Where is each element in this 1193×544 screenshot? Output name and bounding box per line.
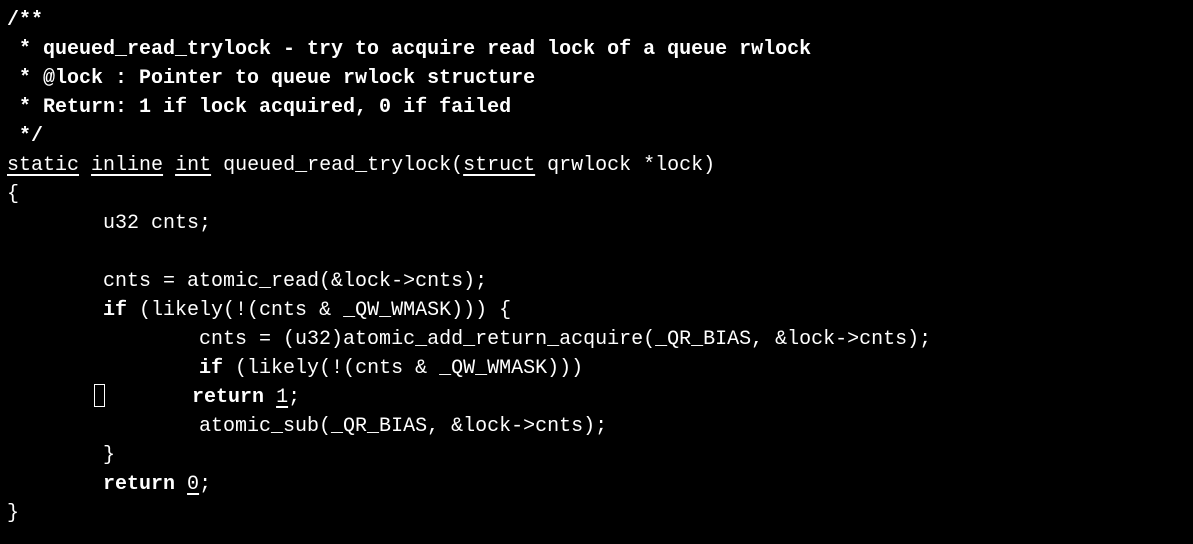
code-token: } xyxy=(7,444,116,467)
code-line[interactable]: return 0; xyxy=(0,470,1193,499)
code-token: } xyxy=(7,502,20,525)
code-line[interactable]: * queued_read_trylock - try to acquire r… xyxy=(0,35,1193,64)
code-line-cursor[interactable]: return 1; xyxy=(0,383,1193,412)
code-token: (likely(!(cnts & _QW_WMASK))) xyxy=(223,357,584,380)
code-line[interactable]: } xyxy=(0,499,1193,528)
code-keyword: static xyxy=(7,154,80,177)
code-number: 1 xyxy=(276,386,289,409)
code-line[interactable]: */ xyxy=(0,122,1193,151)
code-comment: /** xyxy=(7,9,44,32)
code-comment: */ xyxy=(7,125,44,148)
code-token: qrwlock *lock) xyxy=(535,154,716,177)
code-token: atomic_sub(_QR_BIAS, &lock->cnts); xyxy=(7,415,608,438)
code-line[interactable]: static inline int queued_read_trylock(st… xyxy=(0,151,1193,180)
code-line[interactable] xyxy=(0,238,1193,267)
code-line[interactable]: * @lock : Pointer to queue rwlock struct… xyxy=(0,64,1193,93)
text-cursor xyxy=(94,384,106,407)
code-line[interactable]: u32 cnts; xyxy=(0,209,1193,238)
code-token: cnts = (u32)atomic_add_return_acquire(_Q… xyxy=(7,328,932,351)
code-comment: * queued_read_trylock - try to acquire r… xyxy=(7,38,812,61)
code-line[interactable]: /** xyxy=(0,6,1193,35)
code-line[interactable]: cnts = atomic_read(&lock->cnts); xyxy=(0,267,1193,296)
code-token: queued_read_trylock( xyxy=(211,154,464,177)
code-line[interactable]: cnts = (u32)atomic_add_return_acquire(_Q… xyxy=(0,325,1193,354)
code-token: ; xyxy=(288,386,301,409)
code-line[interactable]: } xyxy=(0,441,1193,470)
code-line[interactable]: { xyxy=(0,180,1193,209)
code-keyword: inline xyxy=(91,154,164,177)
code-line[interactable]: atomic_sub(_QR_BIAS, &lock->cnts); xyxy=(0,412,1193,441)
code-token: u32 cnts; xyxy=(7,212,212,235)
code-number: 0 xyxy=(187,473,200,496)
code-keyword: return xyxy=(192,386,265,409)
code-line[interactable]: * Return: 1 if lock acquired, 0 if faile… xyxy=(0,93,1193,122)
code-keyword: if xyxy=(103,299,128,322)
code-editor[interactable]: /** * queued_read_trylock - try to acqui… xyxy=(0,0,1193,544)
code-line[interactable]: if (likely(!(cnts & _QW_WMASK))) { xyxy=(0,296,1193,325)
code-token: ; xyxy=(199,473,212,496)
code-keyword: return xyxy=(103,473,176,496)
code-keyword: if xyxy=(199,357,224,380)
code-keyword: struct xyxy=(463,154,536,177)
code-keyword: int xyxy=(175,154,212,177)
code-token: { xyxy=(7,183,20,206)
code-comment: * Return: 1 if lock acquired, 0 if faile… xyxy=(7,96,512,119)
code-line[interactable]: if (likely(!(cnts & _QW_WMASK))) xyxy=(0,354,1193,383)
code-token: (likely(!(cnts & _QW_WMASK))) { xyxy=(127,299,512,322)
code-token: cnts = atomic_read(&lock->cnts); xyxy=(7,270,488,293)
code-comment: * @lock : Pointer to queue rwlock struct… xyxy=(7,67,536,90)
